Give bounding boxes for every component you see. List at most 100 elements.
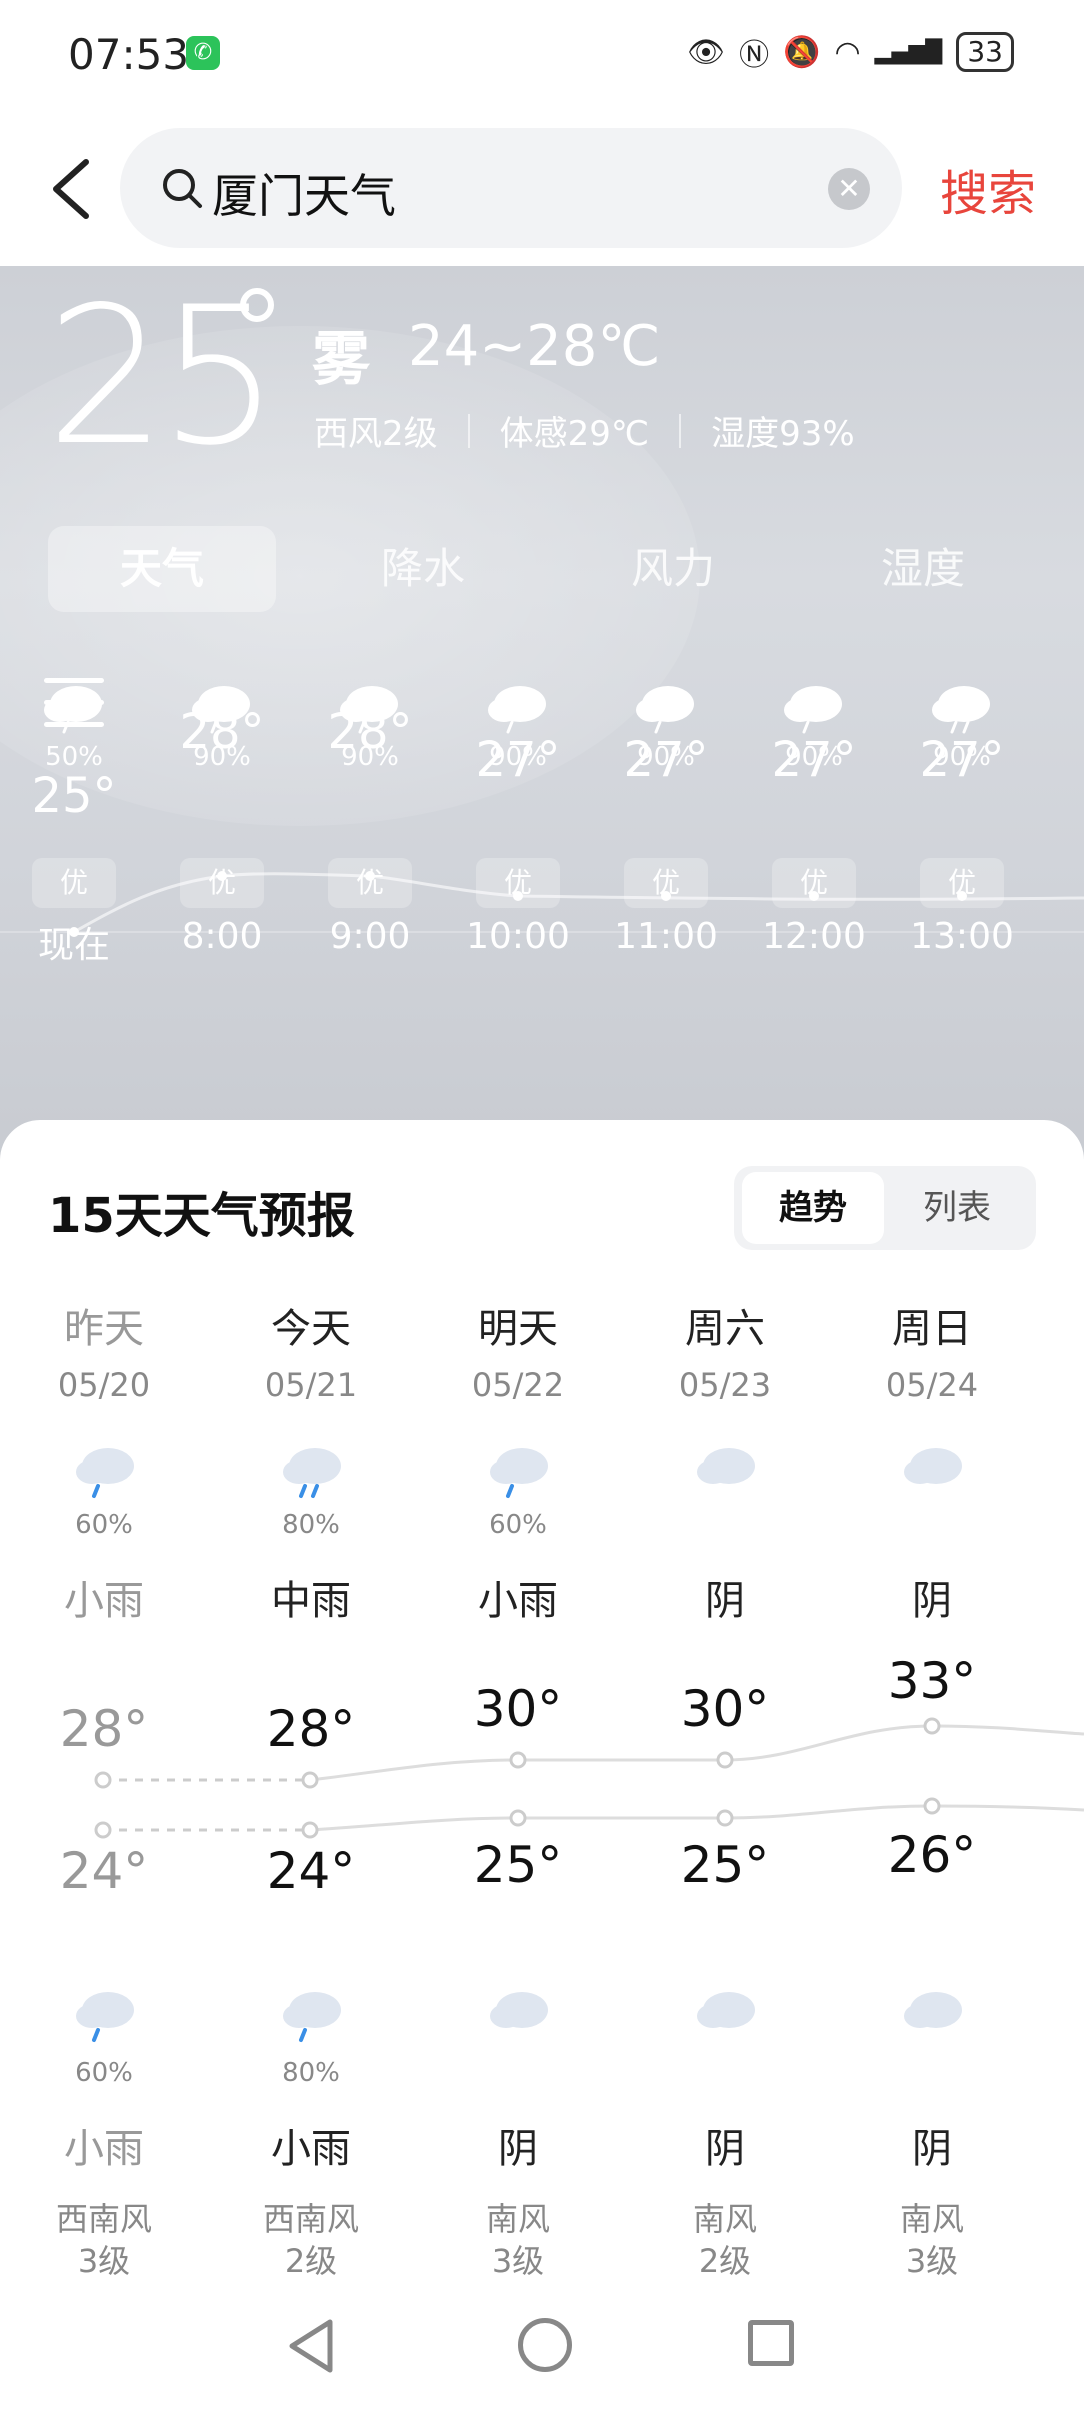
cloud-icon — [904, 1448, 962, 1484]
night-condition: 阴 — [705, 2126, 745, 2172]
day-condition: 中雨 — [271, 1578, 351, 1624]
day-high: 28° — [59, 1700, 149, 1758]
day-low: 25° — [473, 1836, 563, 1894]
search-input[interactable]: 厦门天气 ✕ — [120, 128, 902, 248]
day-low: 25° — [680, 1836, 770, 1894]
day-precip: 80% — [282, 1510, 340, 1540]
hourly-aqi-badge: 优 — [920, 858, 1004, 908]
current-weather-panel: 25 雾 24~28℃ 西风2级 体感29℃ 湿度93% 天气 降水 风力 湿度… — [0, 266, 1084, 1166]
day-precip: 60% — [75, 1510, 133, 1540]
day-low: 24° — [266, 1842, 356, 1900]
hourly-temp: 27° — [771, 732, 857, 788]
hourly-time: 10:00 — [466, 916, 570, 957]
night-condition: 小雨 — [64, 2126, 144, 2172]
day-label: 明天 — [478, 1306, 558, 1352]
cloud-rain-icon — [488, 686, 546, 734]
nfc-icon: Ⓝ — [739, 38, 770, 73]
day-wind-level: 2级 — [698, 2242, 752, 2280]
day-wind-level: 2级 — [284, 2242, 338, 2280]
hourly-time: 现在 — [37, 925, 110, 966]
day-high: 33° — [887, 1652, 977, 1710]
night-precip: 80% — [282, 2058, 340, 2088]
hourly-aqi-badge: 优 — [772, 858, 856, 908]
day-low: 24° — [59, 1842, 149, 1900]
day-low: 26° — [887, 1826, 977, 1884]
cloud-rain-icon — [636, 686, 694, 734]
cloud-icon — [904, 1992, 962, 2028]
back-icon[interactable] — [44, 154, 104, 224]
signal-icon: ▂▄▆█ — [874, 39, 943, 65]
day-date: 05/23 — [678, 1366, 772, 1404]
day-precip: 60% — [489, 1510, 547, 1540]
cloud-icon — [490, 1992, 548, 2028]
hourly-temp: 27° — [623, 732, 709, 788]
day-high: 30° — [680, 1680, 770, 1738]
status-time: 07:53 — [68, 30, 190, 79]
day-wind: 西南风 — [262, 2200, 359, 2238]
status-icons: 👁 Ⓝ 🔕 ◠ ▂▄▆█ 33 — [687, 30, 1014, 74]
wifi-icon: ◠ — [834, 34, 861, 70]
day-condition: 阴 — [705, 1578, 745, 1624]
cloud-rain-icon — [76, 1992, 134, 2042]
hourly-time: 13:00 — [910, 916, 1014, 957]
day-wind-level: 3级 — [77, 2242, 131, 2280]
day-high: 30° — [473, 1680, 563, 1738]
cloud-icon — [697, 1448, 755, 1484]
status-bar: 07:53 ✆ 👁 Ⓝ 🔕 ◠ ▂▄▆█ 33 — [0, 0, 1084, 110]
day-wind-level: 3级 — [905, 2242, 959, 2280]
battery-icon: 33 — [956, 32, 1014, 72]
day-label: 今天 — [271, 1306, 351, 1352]
day-wind: 南风 — [485, 2200, 550, 2238]
forecast-sheet: 15天天气预报 趋势 列表 昨天 05/20 60% 小雨 28° 24° 60… — [0, 1120, 1084, 2290]
search-button[interactable]: 搜索 — [940, 154, 1036, 224]
day-condition: 阴 — [912, 1578, 952, 1624]
hourly-aqi-badge: 优 — [476, 858, 560, 908]
day-wind: 西南风 — [55, 2200, 152, 2238]
day-high: 28° — [266, 1700, 356, 1758]
hourly-aqi-badge: 优 — [328, 858, 412, 908]
day-label: 周六 — [685, 1306, 765, 1352]
nav-back-icon[interactable] — [286, 2318, 336, 2374]
night-precip: 60% — [75, 2058, 133, 2088]
night-condition: 小雨 — [271, 2126, 351, 2172]
day-condition: 小雨 — [478, 1578, 558, 1624]
cloud-rain-icon — [932, 686, 990, 734]
night-condition: 阴 — [498, 2126, 538, 2172]
hourly-temp: 27° — [919, 732, 1005, 788]
hourly-time: 8:00 — [181, 916, 263, 957]
day-wind: 南风 — [692, 2200, 757, 2238]
day-date: 05/20 — [57, 1366, 151, 1404]
hourly-aqi-badge: 优 — [180, 858, 264, 908]
cloud-rain-icon — [784, 686, 842, 734]
hourly-time: 9:00 — [329, 916, 411, 957]
eye-icon: 👁 — [687, 34, 726, 70]
search-row: 厦门天气 ✕ 搜索 — [0, 110, 1084, 266]
hourly-time: 11:00 — [614, 916, 718, 957]
hourly-time: 12:00 — [762, 916, 866, 957]
hourly-temp: 28° — [327, 704, 413, 760]
hourly-temp: 27° — [475, 732, 561, 788]
cloud-rain-icon — [490, 1448, 548, 1498]
day-label: 昨天 — [64, 1306, 144, 1352]
hourly-temp: 25° — [31, 768, 117, 824]
call-icon: ✆ — [186, 36, 220, 70]
day-date: 05/24 — [885, 1366, 979, 1404]
night-condition: 阴 — [912, 2126, 952, 2172]
day-condition: 小雨 — [64, 1578, 144, 1624]
cloud-rain-icon — [283, 1448, 341, 1498]
hourly-aqi-badge: 优 — [624, 858, 708, 908]
day-wind: 南风 — [899, 2200, 964, 2238]
hourly-temp: 28° — [179, 704, 265, 760]
cloud-icon — [697, 1992, 755, 2028]
hourly-aqi-badge: 优 — [32, 858, 116, 908]
cloud-rain-icon — [44, 686, 102, 734]
nav-recent-icon[interactable] — [748, 2320, 794, 2366]
day-date: 05/21 — [264, 1366, 358, 1404]
search-icon — [163, 169, 202, 208]
day-label: 周日 — [892, 1306, 972, 1352]
nav-home-icon[interactable] — [518, 2318, 572, 2372]
mute-icon: 🔕 — [783, 34, 821, 70]
day-wind-level: 3级 — [491, 2242, 545, 2280]
clear-icon[interactable]: ✕ — [828, 168, 870, 210]
day-date: 05/22 — [471, 1366, 565, 1404]
